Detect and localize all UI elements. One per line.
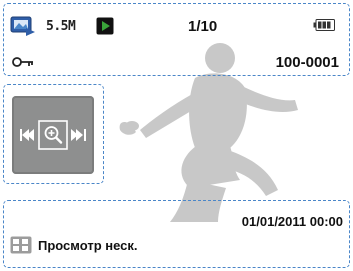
- next-icon[interactable]: [71, 129, 86, 141]
- prev-zoom-next-control[interactable]: [12, 96, 94, 174]
- camera-playback-screen: 5.5M 1/10 100-0001 01/01/2011 00:00 Прос…: [0, 0, 353, 271]
- bottom-info-panel: [3, 200, 350, 268]
- play-mode-icon: [96, 17, 114, 35]
- file-counter: 1/10: [188, 18, 218, 35]
- zoom-icon[interactable]: [38, 120, 68, 150]
- file-number: 100-0001: [275, 54, 339, 71]
- multi-view-icon[interactable]: [10, 236, 32, 254]
- battery-icon: [313, 19, 335, 31]
- photo-playback-icon: [10, 16, 35, 36]
- key-protect-icon: [12, 57, 33, 67]
- status-bar: 5.5M 1/10: [10, 14, 343, 38]
- multi-view-label[interactable]: Просмотр неск.: [38, 238, 138, 253]
- resolution-icon: 5.5M: [46, 19, 76, 34]
- date-time: 01/01/2011 00:00: [241, 214, 343, 229]
- prev-icon[interactable]: [20, 129, 34, 141]
